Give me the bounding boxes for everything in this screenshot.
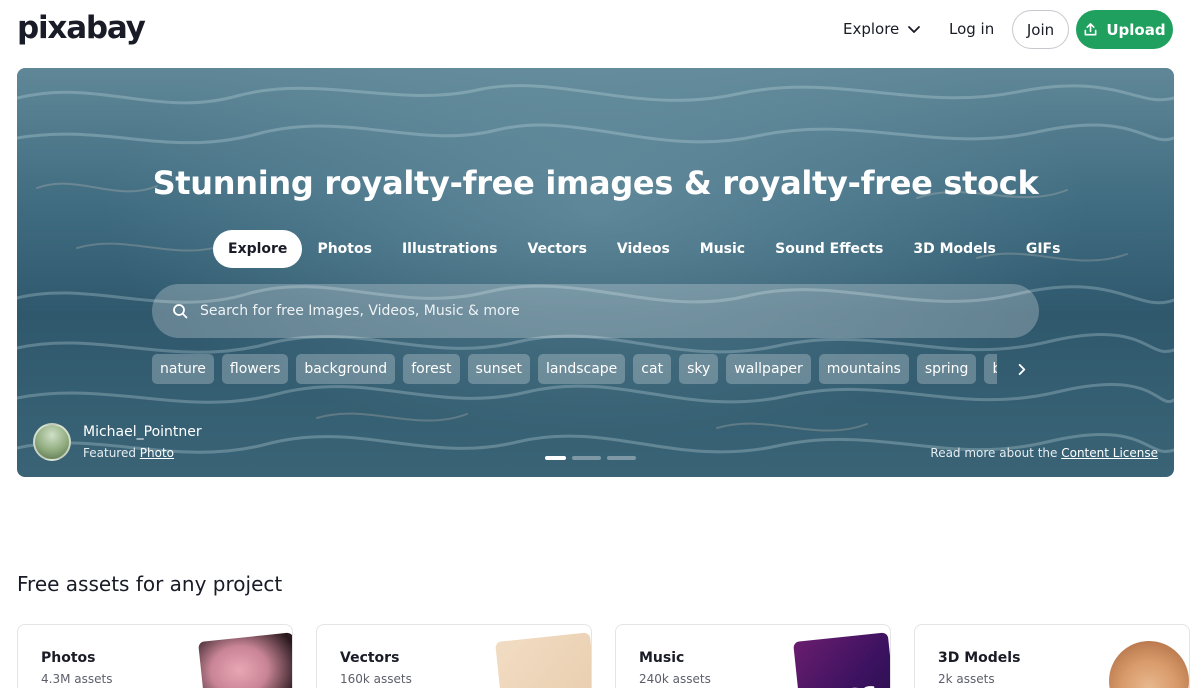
music-thumbnail: FASS (793, 632, 890, 688)
slide-dot-1[interactable] (545, 456, 566, 460)
card-count: 240k assets (639, 672, 711, 686)
tab-gifs[interactable]: GIFs (1011, 230, 1076, 268)
pixabay-logo[interactable]: pixabay (17, 10, 146, 46)
explore-menu-button[interactable]: Explore (843, 20, 921, 38)
card-photos[interactable]: Photos 4.3M assets (17, 624, 293, 688)
join-button[interactable]: Join (1012, 10, 1069, 49)
search-input[interactable] (200, 303, 960, 319)
chip-sky[interactable]: sky (679, 354, 719, 384)
chip-background[interactable]: background (296, 354, 396, 384)
card-title: Music (639, 650, 685, 666)
chip-beach[interactable]: beach (984, 354, 997, 384)
search-bar[interactable] (152, 284, 1039, 338)
media-type-tabs: Explore Photos Illustrations Vectors Vid… (213, 230, 1075, 268)
card-title: Vectors (340, 650, 400, 666)
card-count: 160k assets (340, 672, 412, 686)
card-vectors[interactable]: Vectors 160k assets (316, 624, 592, 688)
water-background-image (17, 84, 1174, 454)
card-music[interactable]: Music 240k assets FASS (615, 624, 891, 688)
card-3d-models[interactable]: 3D Models 2k assets (914, 624, 1190, 688)
content-license-link[interactable]: Content License (1061, 446, 1158, 460)
chip-mountains[interactable]: mountains (818, 354, 909, 384)
login-link[interactable]: Log in (949, 20, 994, 38)
license-prefix: Read more about the (930, 446, 1058, 460)
upload-icon (1084, 23, 1097, 36)
chip-sunset[interactable]: sunset (467, 354, 530, 384)
card-title: 3D Models (938, 650, 1021, 666)
slide-indicators (545, 456, 636, 460)
chip-nature[interactable]: nature (152, 354, 214, 384)
card-count: 2k assets (938, 672, 995, 686)
slide-dot-3[interactable] (607, 456, 636, 460)
hero-title: Stunning royalty-free images & royalty-f… (152, 164, 1039, 202)
asset-cards: Photos 4.3M assets Vectors 160k assets M… (17, 624, 1190, 688)
chevron-right-icon (1018, 363, 1025, 375)
slide-dot-2[interactable] (572, 456, 601, 460)
upload-button[interactable]: Upload (1076, 10, 1173, 49)
assets-section-title: Free assets for any project (17, 572, 283, 596)
photographer-name[interactable]: Michael_Pointner (83, 424, 202, 440)
tab-illustrations[interactable]: Illustrations (387, 230, 513, 268)
chip-forest[interactable]: forest (403, 354, 460, 384)
tab-videos[interactable]: Videos (602, 230, 685, 268)
top-nav: pixabay Explore Log in Join Upload (0, 0, 1200, 60)
upload-label: Upload (1106, 20, 1166, 39)
search-icon (173, 304, 188, 319)
chips-next-button[interactable] (1010, 358, 1032, 380)
suggested-searches: nature flowers background forest sunset … (152, 354, 997, 384)
chip-wallpaper[interactable]: wallpaper (726, 354, 811, 384)
3d-model-thumbnail (1109, 641, 1189, 688)
license-note: Read more about the Content License (930, 446, 1158, 460)
tab-explore[interactable]: Explore (213, 230, 303, 268)
hero-banner: Stunning royalty-free images & royalty-f… (17, 68, 1174, 477)
featured-caption: Featured Photo (83, 446, 174, 460)
chip-landscape[interactable]: landscape (537, 354, 626, 384)
featured-photo-link[interactable]: Photo (140, 446, 174, 460)
chevron-down-icon (908, 26, 921, 33)
tulips-thumbnail (198, 632, 292, 688)
tab-photos[interactable]: Photos (302, 230, 387, 268)
card-count: 4.3M assets (41, 672, 113, 686)
chip-flowers[interactable]: flowers (221, 354, 289, 384)
featured-prefix: Featured (83, 446, 136, 460)
photographer-avatar[interactable] (33, 423, 71, 461)
chip-cat[interactable]: cat (633, 354, 672, 384)
vector-thumbnail (495, 632, 591, 688)
tab-vectors[interactable]: Vectors (513, 230, 602, 268)
chip-spring[interactable]: spring (916, 354, 977, 384)
tab-sound-effects[interactable]: Sound Effects (760, 230, 898, 268)
card-title: Photos (41, 650, 96, 666)
explore-label: Explore (843, 20, 900, 38)
tab-3d-models[interactable]: 3D Models (898, 230, 1010, 268)
tab-music[interactable]: Music (685, 230, 760, 268)
